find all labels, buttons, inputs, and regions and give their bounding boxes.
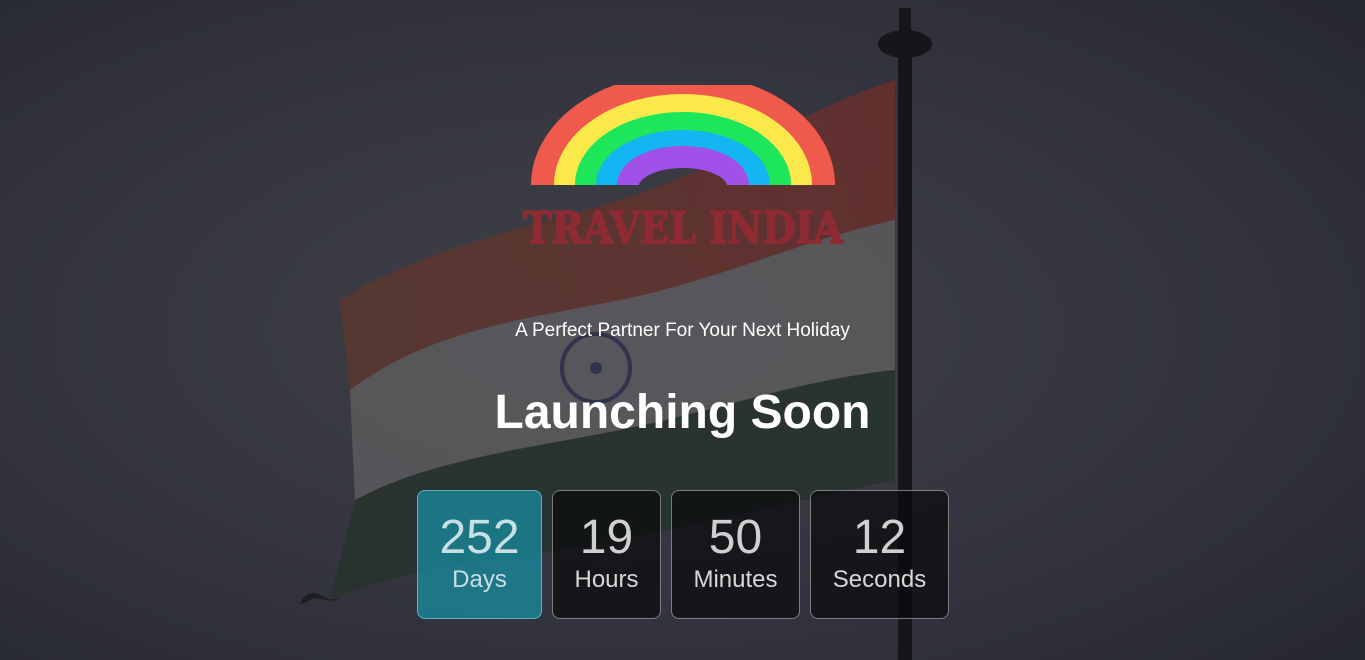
days-label: Days — [452, 566, 507, 593]
countdown-timer: 252 Days 19 Hours 50 Minutes 12 Seconds — [417, 490, 949, 619]
launch-page: TRAVEL INDIA A Perfect Partner For Your … — [0, 0, 1365, 660]
seconds-value: 12 — [852, 511, 907, 564]
hours-value: 19 — [579, 511, 634, 564]
brand-name: TRAVEL INDIA — [523, 203, 844, 254]
hero-content: TRAVEL INDIA A Perfect Partner For Your … — [0, 0, 1365, 660]
travel-india-logo[interactable]: TRAVEL INDIA — [518, 85, 848, 255]
countdown-days: 252 Days — [417, 490, 542, 619]
countdown-seconds: 12 Seconds — [810, 490, 949, 619]
countdown-hours: 19 Hours — [552, 490, 661, 619]
hours-label: Hours — [574, 566, 639, 593]
rainbow-icon — [531, 85, 835, 187]
countdown-minutes: 50 Minutes — [671, 490, 800, 619]
seconds-label: Seconds — [832, 566, 927, 593]
days-value: 252 — [439, 511, 520, 564]
minutes-value: 50 — [708, 511, 763, 564]
page-title: Launching Soon — [494, 386, 871, 439]
tagline: A Perfect Partner For Your Next Holiday — [515, 320, 850, 341]
minutes-label: Minutes — [693, 566, 778, 593]
